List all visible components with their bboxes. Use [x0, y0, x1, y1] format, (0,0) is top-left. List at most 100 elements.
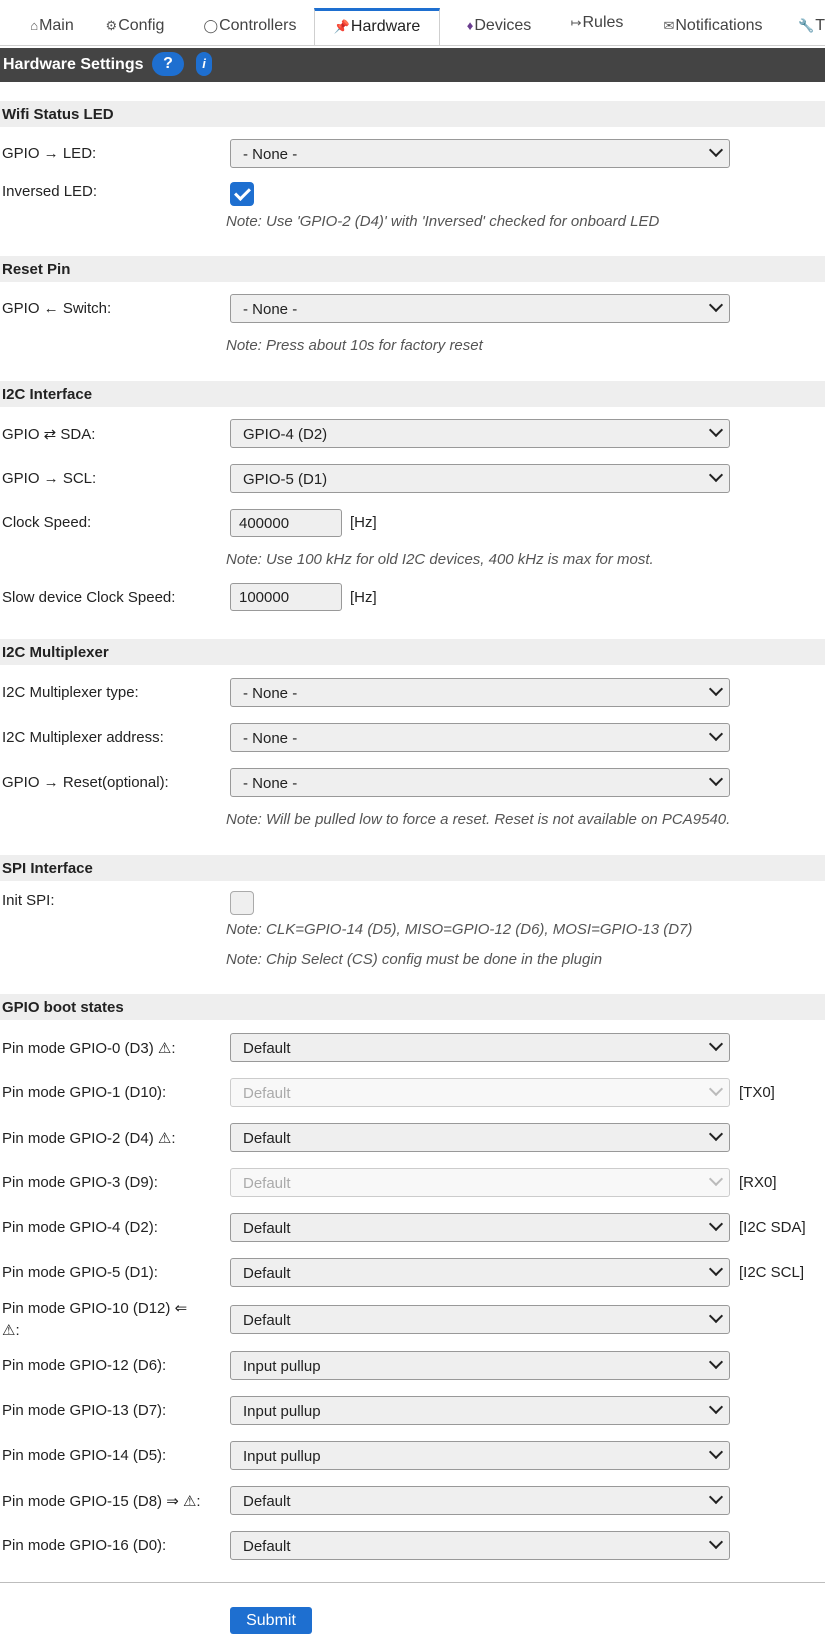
slow-clock-speed-unit: [Hz]	[350, 589, 377, 606]
tab-rules[interactable]: ↦Rules	[568, 6, 626, 43]
chevron-down-icon	[708, 1081, 724, 1097]
init-spi-label: Init SPI:	[2, 892, 55, 909]
pushpin-icon: 📌	[333, 19, 350, 34]
chevron-down-icon	[708, 467, 724, 483]
chevron-down-icon	[708, 1171, 724, 1187]
gear-icon: ⚙	[105, 18, 118, 33]
tab-bar: ⌂Main ⚙Config ◯Controllers 📌Hardware ♦De…	[0, 0, 825, 46]
section-wifi-status-led: Wifi Status LED	[0, 101, 825, 127]
section-gpio-boot-states: GPIO boot states	[0, 994, 825, 1020]
pin-mode-label: Pin mode GPIO-14 (D5):	[2, 1447, 167, 1464]
page-title: Hardware Settings	[3, 56, 144, 73]
tab-tools[interactable]: 🔧T	[798, 9, 825, 45]
gpio-switch-label: GPIO ← Switch:	[2, 300, 112, 317]
info-icon[interactable]: i	[196, 52, 212, 76]
tab-main[interactable]: ⌂Main	[22, 9, 82, 45]
pin-function-badge: [I2C SCL]	[739, 1264, 805, 1281]
pin-mode-select[interactable]: Default	[230, 1531, 730, 1560]
tab-config[interactable]: ⚙Config	[100, 9, 170, 45]
i2c-note: Note: Use 100 kHz for old I2C devices, 4…	[226, 551, 654, 568]
init-spi-checkbox[interactable]	[230, 891, 254, 915]
gpio-led-select[interactable]: - None -	[230, 139, 730, 168]
page-header: Hardware Settings ? i	[0, 48, 825, 82]
tab-notifications[interactable]: ✉Notifications	[654, 9, 772, 45]
wrench-icon: 🔧	[798, 18, 815, 33]
pin-function-badge: [I2C SDA]	[739, 1219, 806, 1236]
chevron-down-icon	[708, 1261, 724, 1277]
chevron-down-icon	[708, 1126, 724, 1142]
gpio-scl-label: GPIO → SCL:	[2, 470, 97, 487]
gpio-sda-select[interactable]: GPIO-4 (D2)	[230, 419, 730, 448]
pin-mode-select[interactable]: Input pullup	[230, 1441, 730, 1470]
tab-controllers[interactable]: ◯Controllers	[196, 9, 304, 45]
chevron-down-icon	[708, 1354, 724, 1370]
plug-icon: ♦	[466, 18, 474, 33]
mux-type-select[interactable]: - None -	[230, 678, 730, 707]
divider	[0, 1582, 825, 1583]
slow-clock-speed-input[interactable]: 100000	[230, 583, 342, 611]
pin-mode-label: Pin mode GPIO-13 (D7):	[2, 1402, 167, 1419]
arrow-icon: ↦	[570, 15, 582, 30]
pin-mode-select[interactable]: Default	[230, 1123, 730, 1152]
spi-note-pins: Note: CLK=GPIO-14 (D5), MISO=GPIO-12 (D6…	[226, 921, 693, 938]
submit-button[interactable]: Submit	[230, 1607, 312, 1634]
mux-note: Note: Will be pulled low to force a rese…	[226, 811, 731, 828]
mux-address-select[interactable]: - None -	[230, 723, 730, 752]
chevron-down-icon	[708, 142, 724, 158]
mux-reset-label: GPIO → Reset(optional):	[2, 774, 169, 791]
chevron-down-icon	[708, 1036, 724, 1052]
gpio-led-label: GPIO → LED:	[2, 145, 97, 162]
mux-address-label: I2C Multiplexer address:	[2, 729, 164, 746]
pin-mode-label: Pin mode GPIO-5 (D1):	[2, 1264, 158, 1281]
chevron-down-icon	[708, 1489, 724, 1505]
mux-reset-select[interactable]: - None -	[230, 768, 730, 797]
spi-note-cs: Note: Chip Select (CS) config must be do…	[226, 951, 603, 968]
section-reset-pin: Reset Pin	[0, 256, 825, 282]
clock-speed-input[interactable]: 400000	[230, 509, 342, 537]
inversed-led-label: Inversed LED:	[2, 183, 98, 200]
gpio-scl-select[interactable]: GPIO-5 (D1)	[230, 464, 730, 493]
pin-mode-select[interactable]: Default	[230, 1078, 730, 1107]
pin-mode-label: Pin mode GPIO-1 (D10):	[2, 1084, 167, 1101]
pin-mode-label: Pin mode GPIO-4 (D2):	[2, 1219, 158, 1236]
section-i2c-multiplexer: I2C Multiplexer	[0, 639, 825, 665]
chevron-down-icon	[708, 1399, 724, 1415]
pin-mode-select[interactable]: Default	[230, 1168, 730, 1197]
inversed-led-checkbox[interactable]	[230, 182, 254, 206]
chat-bubble-icon: ◯	[203, 18, 219, 33]
chevron-down-icon	[708, 1216, 724, 1232]
pin-mode-select[interactable]: Input pullup	[230, 1396, 730, 1425]
chevron-down-icon	[708, 422, 724, 438]
tab-hardware[interactable]: 📌Hardware	[314, 8, 440, 45]
mux-type-label: I2C Multiplexer type:	[2, 684, 139, 701]
chevron-down-icon	[708, 1308, 724, 1324]
pin-mode-select[interactable]: Default	[230, 1033, 730, 1062]
clock-speed-unit: [Hz]	[350, 514, 377, 531]
pin-mode-select[interactable]: Default	[230, 1305, 730, 1334]
tab-devices[interactable]: ♦Devices	[458, 9, 540, 45]
section-i2c-interface: I2C Interface	[0, 381, 825, 407]
gpio-switch-select[interactable]: - None -	[230, 294, 730, 323]
chevron-down-icon	[708, 681, 724, 697]
help-icon[interactable]: ?	[152, 52, 184, 76]
envelope-icon: ✉	[663, 18, 675, 33]
wifi-note: Note: Use 'GPIO-2 (D4)' with 'Inversed' …	[226, 213, 660, 230]
section-spi-interface: SPI Interface	[0, 855, 825, 881]
slow-clock-speed-label: Slow device Clock Speed:	[2, 589, 176, 606]
pin-mode-label: Pin mode GPIO-15 (D8) ⇒ ⚠:	[2, 1493, 201, 1510]
pin-mode-select[interactable]: Default	[230, 1213, 730, 1242]
chevron-down-icon	[708, 1534, 724, 1550]
chevron-down-icon	[708, 771, 724, 787]
clock-speed-label: Clock Speed:	[2, 514, 92, 531]
chevron-down-icon	[708, 297, 724, 313]
pin-function-badge: [RX0]	[739, 1174, 777, 1191]
pin-mode-label: Pin mode GPIO-2 (D4) ⚠:	[2, 1130, 176, 1147]
pin-mode-select[interactable]: Default	[230, 1486, 730, 1515]
pin-mode-select[interactable]: Default	[230, 1258, 730, 1287]
pin-mode-select[interactable]: Input pullup	[230, 1351, 730, 1380]
pin-mode-label: Pin mode GPIO-12 (D6):	[2, 1357, 167, 1374]
pin-mode-label: Pin mode GPIO-16 (D0):	[2, 1537, 167, 1554]
pin-mode-label: Pin mode GPIO-3 (D9):	[2, 1174, 158, 1191]
home-icon: ⌂	[30, 18, 39, 33]
reset-note: Note: Press about 10s for factory reset	[226, 337, 483, 354]
